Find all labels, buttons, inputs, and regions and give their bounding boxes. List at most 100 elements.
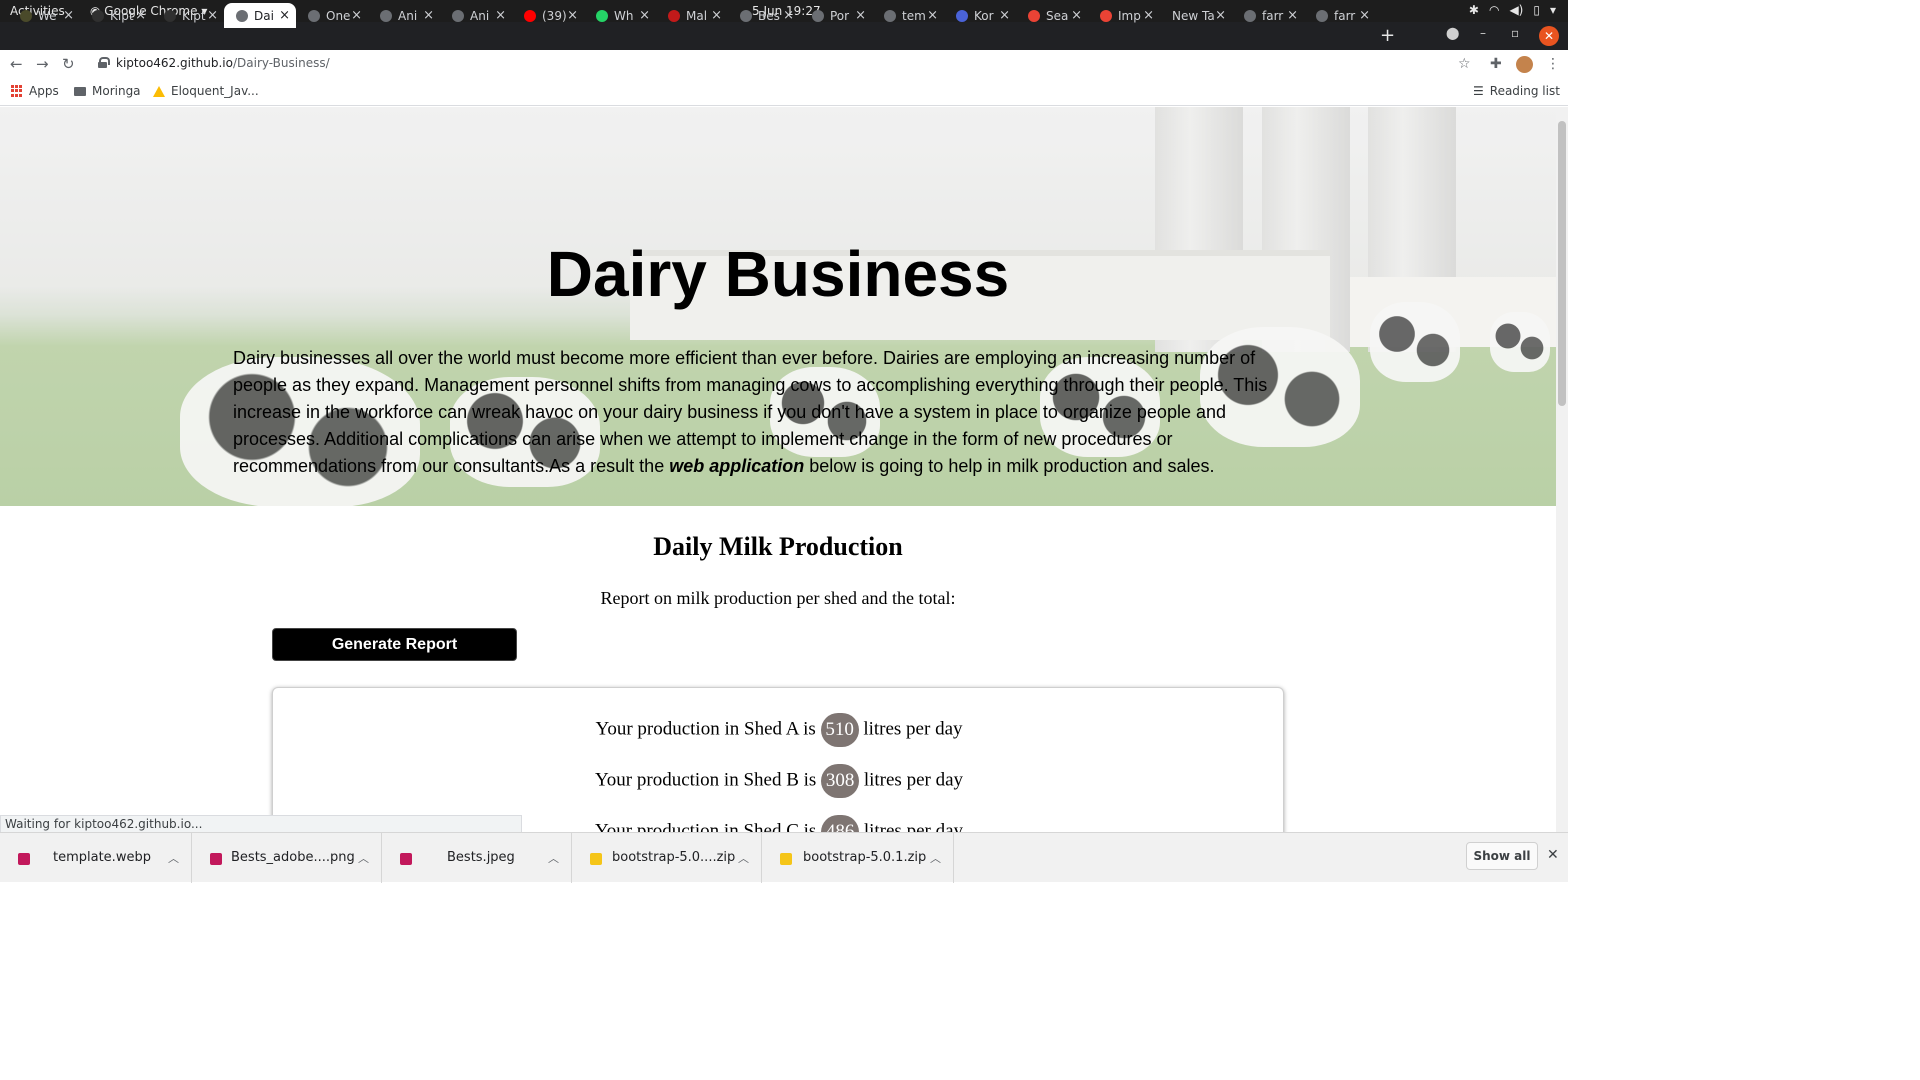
url-path: /Dairy-Business/ bbox=[232, 56, 330, 70]
image-file-icon bbox=[18, 853, 30, 865]
page-title: Dairy Business bbox=[546, 238, 1010, 310]
close-tab-icon[interactable]: × bbox=[63, 8, 74, 23]
close-window-button[interactable]: ✕ bbox=[1539, 26, 1559, 46]
show-all-downloads-button[interactable]: Show all bbox=[1466, 842, 1538, 870]
bookmark-eloquent-label: Eloquent_Jav... bbox=[171, 84, 259, 98]
volume-icon: ◀) bbox=[1509, 3, 1524, 17]
chevron-up-icon[interactable]: ︿ bbox=[548, 850, 559, 866]
tab[interactable]: tem × bbox=[872, 3, 944, 28]
tab[interactable]: Kor × bbox=[944, 3, 1016, 28]
close-tab-icon[interactable]: × bbox=[783, 8, 794, 23]
chevron-up-icon[interactable]: ︿ bbox=[738, 850, 749, 866]
folder-icon bbox=[74, 86, 86, 96]
lock-icon[interactable] bbox=[98, 57, 110, 68]
download-item[interactable]: Bests_adobe....png ︿ bbox=[192, 833, 382, 883]
system-tray[interactable]: ✱ ◠ ◀) ▯ ▾ bbox=[1469, 3, 1556, 17]
close-tab-icon[interactable]: × bbox=[567, 8, 578, 23]
chevron-up-icon[interactable]: ︿ bbox=[358, 850, 369, 866]
tab[interactable]: Kipt × bbox=[152, 3, 224, 28]
address-bar[interactable]: kiptoo462.github.io/Dairy-Business/ bbox=[116, 56, 330, 70]
close-tab-icon[interactable]: × bbox=[639, 8, 650, 23]
hero-description: Dairy businesses all over the world must… bbox=[233, 345, 1313, 480]
globe-icon bbox=[812, 9, 824, 22]
tab[interactable]: Mal × bbox=[656, 3, 728, 28]
scrollbar-thumb[interactable] bbox=[1558, 121, 1566, 406]
browser-toolbar: ← → ↻ kiptoo462.github.io/Dairy-Business… bbox=[0, 50, 1568, 78]
tab[interactable]: Sea × bbox=[1016, 3, 1088, 28]
bookmark-moringa[interactable]: Moringa bbox=[74, 84, 141, 98]
close-tab-icon[interactable]: × bbox=[495, 8, 506, 23]
close-icon[interactable]: ✕ bbox=[1547, 847, 1559, 863]
close-tab-icon[interactable]: × bbox=[207, 8, 218, 23]
tab[interactable]: Imp × bbox=[1088, 3, 1160, 28]
tab[interactable]: One × bbox=[296, 3, 368, 28]
bookmark-eloquent[interactable]: Eloquent_Jav... bbox=[153, 84, 259, 98]
bookmark-star-icon[interactable]: ☆ bbox=[1458, 56, 1471, 72]
tab[interactable]: farr × bbox=[1304, 3, 1376, 28]
tab-label: Ani bbox=[470, 8, 490, 23]
download-item[interactable]: bootstrap-5.0.1.zip ︿ bbox=[762, 833, 954, 883]
page-scrollbar[interactable] bbox=[1556, 107, 1568, 832]
extensions-icon[interactable]: ✚ bbox=[1490, 56, 1502, 72]
forward-icon[interactable]: → bbox=[36, 55, 49, 73]
chevron-up-icon[interactable]: ︿ bbox=[930, 850, 941, 866]
close-tab-icon[interactable]: × bbox=[135, 8, 146, 23]
restore-button[interactable]: ▫ bbox=[1511, 26, 1519, 40]
download-item[interactable]: bootstrap-5.0....zip ︿ bbox=[572, 833, 762, 883]
close-tab-icon[interactable]: × bbox=[1287, 8, 1298, 23]
image-file-icon bbox=[400, 853, 412, 865]
close-tab-icon[interactable]: × bbox=[1143, 8, 1154, 23]
tab-search-icon[interactable]: ⬤ bbox=[1446, 26, 1459, 40]
tab[interactable]: (39) × bbox=[512, 3, 584, 28]
tab[interactable]: Dai × bbox=[224, 3, 296, 28]
tab[interactable]: We × bbox=[8, 3, 80, 28]
close-tab-icon[interactable]: × bbox=[711, 8, 722, 23]
back-icon[interactable]: ← bbox=[10, 55, 23, 73]
close-tab-icon[interactable]: × bbox=[927, 8, 938, 23]
download-name: template.webp bbox=[53, 850, 151, 865]
image-file-icon bbox=[210, 853, 222, 865]
tab[interactable]: New Ta × bbox=[1160, 3, 1232, 28]
download-item[interactable]: template.webp ︿ bbox=[0, 833, 192, 883]
production-prefix: Your production in bbox=[594, 769, 739, 791]
production-prefix: Your production in bbox=[595, 718, 740, 740]
tab[interactable]: Por × bbox=[800, 3, 872, 28]
power-menu-icon: ▾ bbox=[1549, 3, 1556, 17]
close-tab-icon[interactable]: × bbox=[351, 8, 362, 23]
tab[interactable]: Bes × bbox=[728, 3, 800, 28]
tab-label: farr bbox=[1262, 8, 1284, 23]
production-suffix: litres per day bbox=[863, 718, 963, 740]
github-icon bbox=[164, 9, 176, 22]
tab[interactable]: Ani × bbox=[440, 3, 512, 28]
zip-file-icon bbox=[780, 853, 792, 865]
close-tab-icon[interactable]: × bbox=[1359, 8, 1370, 23]
profile-avatar[interactable] bbox=[1516, 56, 1533, 73]
reload-icon[interactable]: ↻ bbox=[62, 55, 75, 73]
tab-label: Kor bbox=[974, 8, 994, 23]
tab-label: New Ta bbox=[1172, 8, 1215, 23]
close-tab-icon[interactable]: × bbox=[423, 8, 434, 23]
minimize-button[interactable]: – bbox=[1480, 26, 1486, 40]
shed-label: Shed B is bbox=[743, 769, 817, 791]
close-tab-icon[interactable]: × bbox=[999, 8, 1010, 23]
hero-section: Dairy Business Dairy businesses all over… bbox=[0, 107, 1556, 506]
generate-report-button[interactable]: Generate Report bbox=[272, 628, 517, 661]
tab[interactable]: Wh × bbox=[584, 3, 656, 28]
bookmark-apps[interactable]: Apps bbox=[11, 84, 59, 98]
close-tab-icon[interactable]: × bbox=[1215, 8, 1226, 23]
reading-list-button[interactable]: ☰ Reading list bbox=[1473, 84, 1560, 98]
close-tab-icon[interactable]: × bbox=[1071, 8, 1082, 23]
chevron-up-icon[interactable]: ︿ bbox=[168, 850, 179, 866]
close-tab-icon[interactable]: × bbox=[279, 8, 290, 23]
tab[interactable]: Ani × bbox=[368, 3, 440, 28]
tab[interactable]: Kipt × bbox=[80, 3, 152, 28]
zip-file-icon bbox=[590, 853, 602, 865]
download-item[interactable]: Bests.jpeg ︿ bbox=[382, 833, 572, 883]
tab[interactable]: farr × bbox=[1232, 3, 1304, 28]
menu-kebab-icon[interactable]: ⋮ bbox=[1546, 56, 1560, 72]
production-suffix: litres per day bbox=[863, 769, 964, 791]
new-tab-button[interactable]: + bbox=[1380, 25, 1395, 46]
close-tab-icon[interactable]: × bbox=[855, 8, 866, 23]
reading-list-label: Reading list bbox=[1489, 84, 1560, 98]
globe-icon bbox=[884, 9, 896, 22]
